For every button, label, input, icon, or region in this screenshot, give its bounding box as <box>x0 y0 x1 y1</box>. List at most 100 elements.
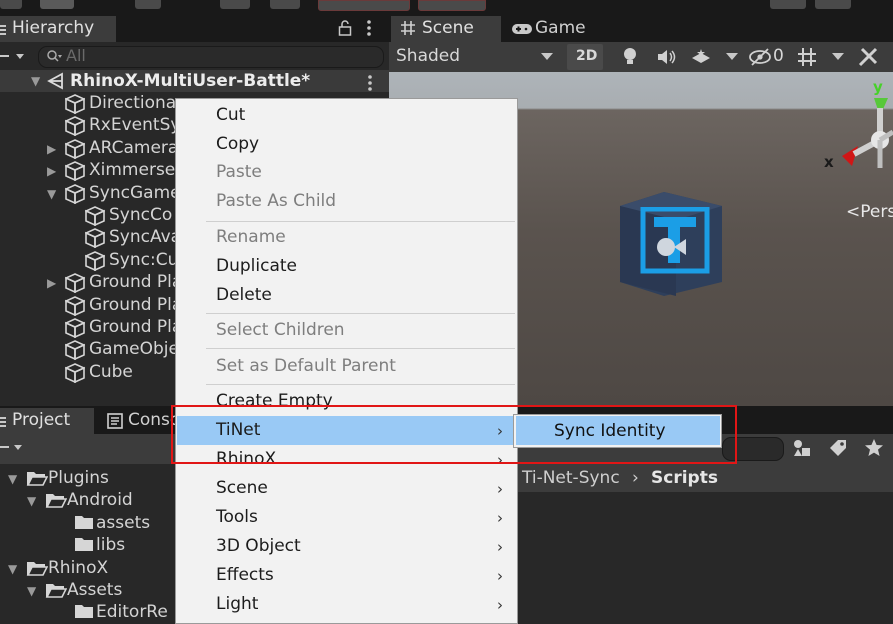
add-dropdown-icon[interactable] <box>0 49 26 63</box>
gameobject-icon <box>65 161 85 182</box>
hierarchy-item[interactable]: SyncCo <box>109 205 172 225</box>
projection-label[interactable]: <Persp <box>846 202 893 222</box>
hierarchy-item[interactable]: Ximmerse <box>89 160 175 180</box>
breadcrumb-item[interactable]: Ti-Net-Sync <box>522 468 620 488</box>
menu-item-paste-as-child: Paste As Child <box>216 191 337 211</box>
menu-item-delete[interactable]: Delete <box>216 285 272 305</box>
grid-icon <box>400 20 416 36</box>
menu-separator <box>206 348 515 349</box>
expand-arrow-icon[interactable]: ▼ <box>8 472 17 486</box>
hierarchy-item[interactable]: Ground Pla <box>89 295 182 315</box>
menu-item-paste: Paste <box>216 162 262 182</box>
effects-dropdown-icon[interactable] <box>726 53 738 61</box>
expand-arrow-icon[interactable]: ▶ <box>47 276 56 290</box>
menu-separator <box>206 313 515 314</box>
menu-item-light[interactable]: Light <box>216 594 258 614</box>
more-options-icon[interactable] <box>366 19 372 37</box>
scene-options-icon[interactable] <box>367 74 373 92</box>
hierarchy-item[interactable]: Ground Pla <box>89 272 182 292</box>
hierarchy-item[interactable]: Ground Pla <box>89 317 182 337</box>
project-folder-item[interactable]: libs <box>96 535 125 555</box>
top-toolbar <box>0 0 893 14</box>
menu-item-select-children: Select Children <box>216 320 345 340</box>
lighting-toggle-icon[interactable] <box>622 47 638 67</box>
gameobject-icon <box>65 362 85 383</box>
hierarchy-item[interactable]: Cube <box>89 362 133 382</box>
label-tag-icon[interactable] <box>828 438 848 458</box>
submenu-arrow-icon: › <box>497 509 503 527</box>
expand-arrow-icon[interactable]: ▼ <box>27 494 36 508</box>
globe-tool-button[interactable] <box>220 0 250 9</box>
hierarchy-item[interactable]: ARCamera <box>89 138 178 158</box>
menu-item-duplicate[interactable]: Duplicate <box>216 256 297 276</box>
hierarchy-search-input[interactable] <box>38 46 384 68</box>
tools-icon[interactable] <box>857 46 879 68</box>
hand-tool-button[interactable] <box>0 0 22 9</box>
hamburger-icon[interactable] <box>0 24 8 36</box>
project-folder-item[interactable]: RhinoX <box>48 558 108 578</box>
hierarchy-item[interactable]: Directiona <box>89 93 176 113</box>
gameobject-icon <box>65 273 85 294</box>
project-folder-item[interactable]: Assets <box>67 580 122 600</box>
expand-arrow-icon[interactable]: ▶ <box>47 142 56 156</box>
project-folder-item[interactable]: assets <box>96 513 150 533</box>
gameobject-icon <box>65 183 85 204</box>
grid-snap-icon[interactable] <box>796 46 820 68</box>
menu-separator <box>206 221 515 222</box>
hidden-objects-count: 0 <box>773 46 784 66</box>
menu-item-scene[interactable]: Scene <box>216 478 268 498</box>
play-controls[interactable] <box>318 0 410 11</box>
folder-icon <box>74 603 94 623</box>
menu-item-copy[interactable]: Copy <box>216 134 259 154</box>
hierarchy-search-placeholder: All <box>66 46 86 65</box>
folder-icon <box>45 581 67 601</box>
play-controls-2[interactable] <box>418 0 486 11</box>
grid-dropdown-icon[interactable] <box>832 53 844 61</box>
project-folder-item[interactable]: EditorRe <box>96 602 168 622</box>
filter-by-type-icon[interactable] <box>792 438 812 458</box>
audio-toggle-icon[interactable] <box>656 47 678 67</box>
shading-mode-dropdown[interactable]: Shaded <box>396 46 460 66</box>
account-button[interactable] <box>815 0 851 9</box>
project-folder-item[interactable]: Android <box>67 490 133 510</box>
gizmo-x-label: x <box>824 153 834 171</box>
breadcrumb-current[interactable]: Scripts <box>651 468 718 488</box>
hierarchy-item[interactable]: GameObje <box>89 339 179 359</box>
menu-item-tools[interactable]: Tools <box>216 507 258 527</box>
menu-item-effects[interactable]: Effects <box>216 565 274 585</box>
scene-gizmo[interactable] <box>836 88 893 188</box>
hierarchy-item[interactable]: Sync:Cu <box>109 250 178 270</box>
custom-tool-button[interactable] <box>270 0 300 9</box>
expand-arrow-icon[interactable]: ▶ <box>47 164 56 178</box>
expand-arrow-icon[interactable]: ▼ <box>31 74 40 88</box>
menu-item-cut[interactable]: Cut <box>216 105 245 125</box>
hierarchy-item[interactable]: SyncGame <box>89 183 181 203</box>
submenu-arrow-icon: › <box>497 596 503 614</box>
lock-icon[interactable] <box>338 19 352 37</box>
chevron-down-icon <box>541 53 553 61</box>
project-folder-item[interactable]: Plugins <box>48 468 109 488</box>
hamburger-icon[interactable] <box>0 416 8 428</box>
effects-toggle-icon[interactable] <box>690 47 712 67</box>
hierarchy-item[interactable]: SyncAva <box>109 227 181 247</box>
create-dropdown-icon[interactable] <box>0 440 26 454</box>
rect-tool-button[interactable] <box>135 0 161 9</box>
tab-game[interactable]: Game <box>535 18 586 38</box>
move-tool-button[interactable] <box>40 0 74 9</box>
gameobject-icon <box>65 94 85 114</box>
gameobject-icon <box>65 318 85 338</box>
cloud-button[interactable] <box>770 0 806 9</box>
gameobject-icon <box>85 206 105 226</box>
menu-item-3d-object[interactable]: 3D Object <box>216 536 301 556</box>
tab-project-label: Project <box>12 410 71 430</box>
gameobject-icon <box>65 295 85 316</box>
favorite-star-icon[interactable] <box>864 438 884 458</box>
gameobject-icon <box>65 138 85 159</box>
submenu-arrow-icon: › <box>497 538 503 556</box>
expand-arrow-icon[interactable]: ▼ <box>27 584 36 598</box>
expand-arrow-icon[interactable]: ▼ <box>47 187 56 201</box>
hidden-objects-icon[interactable] <box>748 48 772 66</box>
folder-icon <box>74 514 94 534</box>
hierarchy-item[interactable]: RxEventSy <box>89 115 180 135</box>
expand-arrow-icon[interactable]: ▼ <box>8 562 17 576</box>
